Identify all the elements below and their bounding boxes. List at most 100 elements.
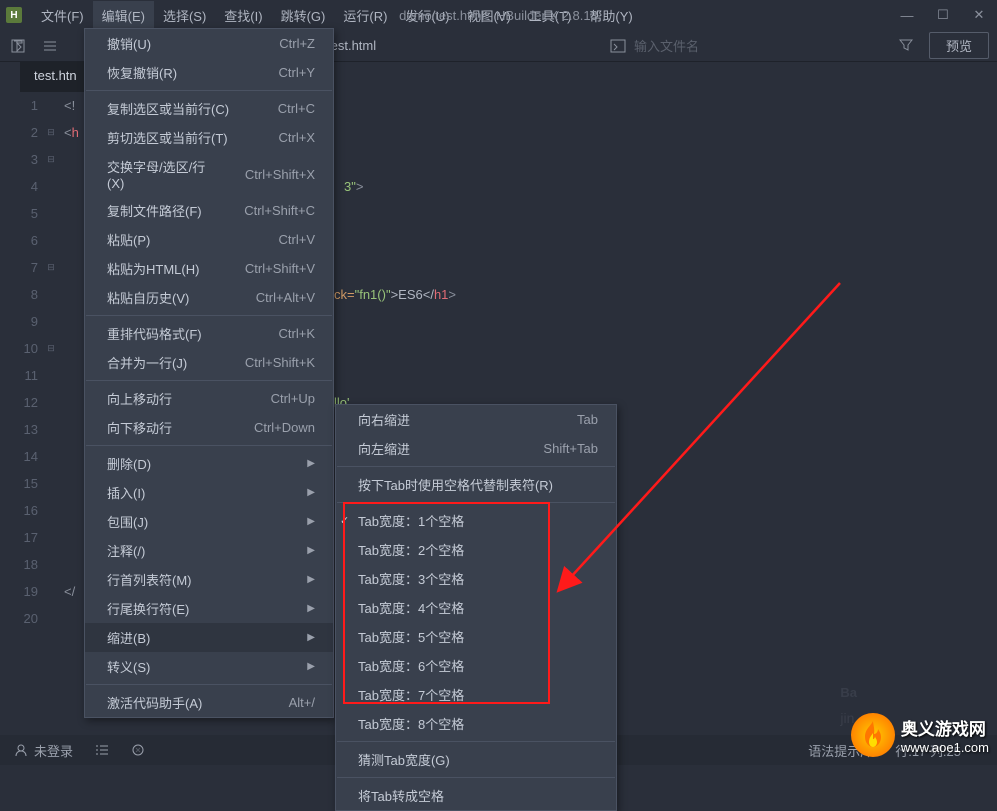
submenu-arrow-icon: ▶	[307, 516, 315, 527]
menu-separator	[86, 380, 332, 381]
menu-run[interactable]: 运行(R)	[334, 1, 396, 30]
menu-label: 合并为一行(J)	[107, 353, 215, 372]
sync-icon[interactable]	[131, 743, 145, 757]
edit-menu-item-7[interactable]: 粘贴(P) Ctrl+V	[85, 225, 333, 254]
menu-label: 复制选区或当前行(C)	[107, 99, 248, 118]
submenu-arrow-icon: ▶	[307, 603, 315, 614]
search-input[interactable]: 输入文件名	[634, 36, 699, 55]
edit-menu-item-6[interactable]: 复制文件路径(F)Ctrl+Shift+C	[85, 196, 333, 225]
indent-menu-item-5[interactable]: ✓ Tab宽度：1个空格	[336, 506, 616, 535]
menu-label: 粘贴(P)	[107, 230, 249, 249]
indent-menu-item-11[interactable]: Tab宽度：7个空格	[336, 680, 616, 709]
preview-button[interactable]: 预览	[929, 32, 989, 59]
shortcut-label: Ctrl+V	[279, 232, 315, 247]
edit-menu-item-3[interactable]: 复制选区或当前行(C) Ctrl+C	[85, 94, 333, 123]
menu-label: Tab宽度：3个空格	[358, 569, 598, 588]
edit-menu-item-5[interactable]: 交换字母/选区/行(X)Ctrl+Shift+X	[85, 152, 333, 196]
terminal-icon[interactable]	[610, 38, 626, 54]
shortcut-label: Ctrl+Shift+V	[245, 261, 315, 276]
edit-menu-item-15[interactable]: 向下移动行Ctrl+Down	[85, 413, 333, 442]
menu-label: Tab宽度：6个空格	[358, 656, 598, 675]
menu-label: 注释(/)	[107, 541, 289, 560]
shortcut-label: Ctrl+K	[279, 326, 315, 341]
indent-menu-item-7[interactable]: Tab宽度：3个空格	[336, 564, 616, 593]
menu-find[interactable]: 查找(I)	[215, 1, 271, 30]
edit-menu-item-14[interactable]: 向上移动行Ctrl+Up	[85, 384, 333, 413]
indent-menu-item-3[interactable]: 按下Tab时使用空格代替制表符(R)	[336, 470, 616, 499]
edit-menu-item-19[interactable]: 包围(J)▶	[85, 507, 333, 536]
menu-label: 删除(D)	[107, 454, 289, 473]
edit-menu-item-23[interactable]: 缩进(B) ▶	[85, 623, 333, 652]
titlebar: H 文件(F) 编辑(E) 选择(S) 查找(I) 跳转(G) 运行(R) 发行…	[0, 0, 997, 30]
shortcut-label: Shift+Tab	[543, 441, 598, 456]
search-box: 输入文件名 预览	[610, 32, 989, 59]
menu-label: 恢复撤销(R)	[107, 63, 249, 82]
edit-menu-item-22[interactable]: 行尾换行符(E) ▶	[85, 594, 333, 623]
submenu-arrow-icon: ▶	[307, 632, 315, 643]
edit-menu-item-26[interactable]: 激活代码助手(A)Alt+/	[85, 688, 333, 717]
filter-icon[interactable]	[899, 38, 915, 54]
menu-file[interactable]: 文件(F)	[32, 1, 93, 30]
shortcut-label: Tab	[577, 412, 598, 427]
edit-menu-item-9[interactable]: 粘贴自历史(V)Ctrl+Alt+V	[85, 283, 333, 312]
indent-menu-item-0[interactable]: 向右缩进Tab	[336, 405, 616, 434]
fold-column: ⊟⊟ ⊟⊟	[44, 92, 58, 735]
menu-label: 行尾换行符(E)	[107, 599, 289, 618]
menu-select[interactable]: 选择(S)	[154, 1, 215, 30]
menu-edit[interactable]: 编辑(E)	[93, 1, 154, 30]
edit-menu-item-1[interactable]: 恢复撤销(R) Ctrl+Y	[85, 58, 333, 87]
indent-menu-item-16[interactable]: 将Tab转成空格	[336, 781, 616, 810]
menu-label: 转义(S)	[107, 657, 289, 676]
submenu-arrow-icon: ▶	[307, 574, 315, 585]
edit-menu-item-17[interactable]: 删除(D)▶	[85, 449, 333, 478]
flame-icon	[851, 713, 895, 757]
edit-menu-item-8[interactable]: 粘贴为HTML(H) Ctrl+Shift+V	[85, 254, 333, 283]
indent-menu-item-6[interactable]: Tab宽度：2个空格	[336, 535, 616, 564]
expand-icon[interactable]	[40, 36, 60, 56]
menu-separator	[86, 445, 332, 446]
login-status[interactable]: 未登录	[14, 741, 73, 760]
shortcut-label: Ctrl+Alt+V	[256, 290, 315, 305]
edit-menu-item-24[interactable]: 转义(S)▶	[85, 652, 333, 681]
indent-menu-item-10[interactable]: Tab宽度：6个空格	[336, 651, 616, 680]
indent-menu-item-14[interactable]: 猜测Tab宽度(G)	[336, 745, 616, 774]
indent-menu-item-1[interactable]: 向左缩进 Shift+Tab	[336, 434, 616, 463]
shortcut-label: Ctrl+Y	[279, 65, 315, 80]
menu-label: Tab宽度：8个空格	[358, 714, 598, 733]
shortcut-label: Ctrl+C	[278, 101, 315, 116]
tab-test-html[interactable]: test.htn	[20, 62, 91, 92]
menu-label: 向左缩进	[358, 439, 513, 458]
indent-menu-item-12[interactable]: Tab宽度：8个空格	[336, 709, 616, 738]
list-icon[interactable]	[95, 743, 109, 757]
breadcrumb-item[interactable]: test.html	[327, 38, 376, 53]
indent-menu-item-8[interactable]: Tab宽度：4个空格	[336, 593, 616, 622]
check-icon: ✓	[340, 514, 349, 527]
menu-label: Tab宽度：1个空格	[358, 511, 598, 530]
menu-goto[interactable]: 跳转(G)	[272, 1, 335, 30]
window-title: demo/test.html - HBuilder X 2.8.13	[399, 8, 598, 23]
edit-menu-item-4[interactable]: 剪切选区或当前行(T)Ctrl+X	[85, 123, 333, 152]
menu-separator	[337, 777, 615, 778]
back-icon[interactable]	[8, 36, 28, 56]
menu-label: 缩进(B)	[107, 628, 289, 647]
edit-menu-item-12[interactable]: 合并为一行(J)Ctrl+Shift+K	[85, 348, 333, 377]
menu-separator	[337, 466, 615, 467]
submenu-arrow-icon: ▶	[307, 487, 315, 498]
menu-label: 撤销(U)	[107, 34, 249, 53]
menu-separator	[337, 741, 615, 742]
minimize-button[interactable]: —	[889, 1, 925, 29]
edit-menu-item-21[interactable]: 行首列表符(M)▶	[85, 565, 333, 594]
edit-menu-item-20[interactable]: 注释(/)▶	[85, 536, 333, 565]
edit-menu-item-18[interactable]: 插入(I) ▶	[85, 478, 333, 507]
edit-menu-item-0[interactable]: 撤销(U)Ctrl+Z	[85, 29, 333, 58]
indent-submenu-dropdown: 向右缩进Tab 向左缩进 Shift+Tab 按下Tab时使用空格代替制表符(R) ✓ T…	[335, 404, 617, 811]
close-button[interactable]: ✕	[961, 1, 997, 29]
shortcut-label: Ctrl+Shift+C	[244, 203, 315, 218]
menu-label: 粘贴为HTML(H)	[107, 259, 215, 278]
menu-label: 插入(I)	[107, 483, 289, 502]
indent-menu-item-9[interactable]: Tab宽度：5个空格	[336, 622, 616, 651]
menu-label: 向下移动行	[107, 418, 224, 437]
maximize-button[interactable]: ☐	[925, 1, 961, 29]
edit-menu-item-11[interactable]: 重排代码格式(F)Ctrl+K	[85, 319, 333, 348]
menu-label: 剪切选区或当前行(T)	[107, 128, 249, 147]
